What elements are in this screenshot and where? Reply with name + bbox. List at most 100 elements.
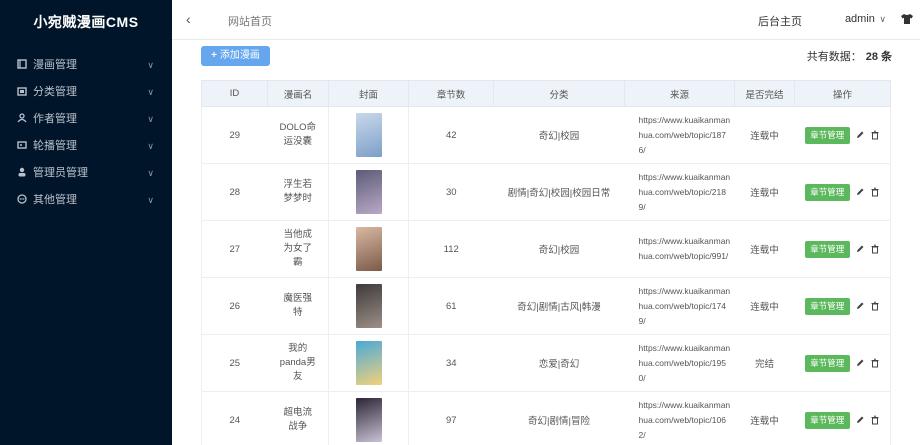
- sidebar-item-label: 漫画管理: [33, 59, 77, 71]
- delete-icon[interactable]: [870, 244, 880, 254]
- cell-source[interactable]: https://www.kuaikanmanhua.com/web/topic/…: [624, 106, 735, 164]
- column-header: 操作: [794, 80, 891, 107]
- home-link[interactable]: 后台主页: [758, 13, 802, 29]
- cell-actions: 章节管理: [794, 277, 891, 335]
- delete-icon[interactable]: [870, 415, 880, 425]
- cell-name: 魔医强特: [267, 277, 329, 335]
- column-header: 章节数: [408, 80, 494, 107]
- cover-image[interactable]: [355, 170, 382, 214]
- sidebar-item-label: 其他管理: [33, 194, 77, 206]
- sidebar-item-admins[interactable]: 管理员管理 ∨: [0, 160, 172, 187]
- cell-chapters: 61: [408, 277, 494, 335]
- edit-icon[interactable]: [855, 187, 865, 197]
- user-menu[interactable]: admin ∨: [845, 13, 886, 25]
- cell-category: 奇幻|校园: [493, 220, 625, 278]
- cell-category: 剧情|奇幻|校园|校园日常: [493, 163, 625, 221]
- column-header: 漫画名: [267, 80, 329, 107]
- sidebar-item-label: 分类管理: [33, 86, 77, 98]
- cell-source[interactable]: https://www.kuaikanmanhua.com/web/topic/…: [624, 391, 735, 445]
- delete-icon[interactable]: [870, 130, 880, 140]
- breadcrumb[interactable]: 网站首页: [228, 13, 272, 29]
- cover-image[interactable]: [355, 227, 382, 271]
- cell-source[interactable]: https://www.kuaikanmanhua.com/web/topic/…: [624, 163, 735, 221]
- sidebar: 小宛贼漫画CMS 漫画管理 ∨ 分类管理 ∨ 作者管理 ∨ 轮播管理 ∨ 管理员…: [0, 0, 172, 445]
- cell-category: 恋爱|奇幻: [493, 334, 625, 392]
- chapter-manage-button[interactable]: 章节管理: [804, 240, 850, 258]
- cover-image[interactable]: [355, 113, 382, 157]
- cell-source[interactable]: https://www.kuaikanmanhua.com/web/topic/…: [624, 220, 735, 278]
- edit-icon[interactable]: [855, 244, 865, 254]
- cell-source[interactable]: https://www.kuaikanmanhua.com/web/topic/…: [624, 334, 735, 392]
- add-comic-label: 添加漫画: [219, 50, 260, 61]
- table-row: 29 DOLO命运没囊 42 奇幻|校园 https://www.kuaikanmanh…: [201, 106, 891, 164]
- total-count: 共有数据： 28 条: [807, 48, 892, 64]
- edit-icon[interactable]: [855, 358, 865, 368]
- cell-chapters: 42: [408, 106, 494, 164]
- cell-chapters: 112: [408, 220, 494, 278]
- sidebar-item-carousel[interactable]: 轮播管理 ∨: [0, 133, 172, 160]
- chapter-manage-button[interactable]: 章节管理: [804, 354, 850, 372]
- sidebar-item-others[interactable]: 其他管理 ∨: [0, 187, 172, 214]
- chevron-down-icon: ∨: [147, 168, 154, 178]
- cell-id: 24: [201, 391, 268, 445]
- cell-actions: 章节管理: [794, 391, 891, 445]
- cell-actions: 章节管理: [794, 220, 891, 278]
- chapter-manage-button[interactable]: 章节管理: [804, 297, 850, 315]
- cell-name: 浮生若梦梦时: [267, 163, 329, 221]
- chapter-manage-button[interactable]: 章节管理: [804, 411, 850, 429]
- cell-category: 奇幻|校园: [493, 106, 625, 164]
- cell-category: 奇幻|剧情|冒险: [493, 391, 625, 445]
- sidebar-item-label: 作者管理: [33, 113, 77, 125]
- admin-icon: [18, 167, 26, 177]
- edit-icon[interactable]: [855, 301, 865, 311]
- cover-image[interactable]: [355, 398, 382, 442]
- cell-source[interactable]: https://www.kuaikanmanhua.com/web/topic/…: [624, 277, 735, 335]
- cell-chapters: 97: [408, 391, 494, 445]
- chevron-down-icon: ∨: [147, 114, 154, 124]
- cell-cover: [328, 334, 409, 392]
- collapse-sidebar-icon[interactable]: ‹: [186, 12, 200, 26]
- column-header: 分类: [493, 80, 625, 107]
- cover-image[interactable]: [355, 341, 382, 385]
- chapter-manage-button[interactable]: 章节管理: [804, 183, 850, 201]
- theme-shirt-icon[interactable]: [900, 12, 914, 26]
- cell-id: 28: [201, 163, 268, 221]
- cell-status: 连载中: [734, 163, 795, 221]
- chat-icon: [17, 194, 27, 204]
- plus-icon: +: [211, 50, 217, 61]
- chevron-down-icon: ∨: [147, 141, 154, 151]
- edit-icon[interactable]: [855, 415, 865, 425]
- total-value: 28 条: [865, 51, 892, 63]
- chevron-down-icon: ∨: [147, 195, 154, 205]
- delete-icon[interactable]: [870, 358, 880, 368]
- folder-icon: [17, 87, 27, 96]
- book-icon: [17, 59, 27, 69]
- cell-actions: 章节管理: [794, 106, 891, 164]
- chapter-manage-button[interactable]: 章节管理: [804, 126, 850, 144]
- sidebar-item-comics[interactable]: 漫画管理 ∨: [0, 52, 172, 79]
- cell-cover: [328, 106, 409, 164]
- cell-name: 我的panda男友: [267, 334, 329, 392]
- cell-actions: 章节管理: [794, 334, 891, 392]
- column-header: 来源: [624, 80, 735, 107]
- cover-image[interactable]: [355, 284, 382, 328]
- sidebar-item-label: 轮播管理: [33, 140, 77, 152]
- delete-icon[interactable]: [870, 187, 880, 197]
- user-icon: [17, 113, 27, 123]
- table-row: 26 魔医强特 61 奇幻|剧情|古风|韩漫 https://www.kuaikanma…: [201, 277, 891, 335]
- sidebar-item-authors[interactable]: 作者管理 ∨: [0, 106, 172, 133]
- brand-title: 小宛贼漫画CMS: [33, 14, 139, 30]
- cell-cover: [328, 391, 409, 445]
- sidebar-item-categories[interactable]: 分类管理 ∨: [0, 79, 172, 106]
- cell-actions: 章节管理: [794, 163, 891, 221]
- cell-status: 连载中: [734, 277, 795, 335]
- cell-id: 26: [201, 277, 268, 335]
- chevron-down-icon: ∨: [147, 87, 154, 97]
- sidebar-item-label: 管理员管理: [33, 167, 88, 179]
- add-comic-button[interactable]: + 添加漫画: [201, 46, 270, 66]
- edit-icon[interactable]: [855, 130, 865, 140]
- chevron-down-icon: ∨: [147, 60, 154, 70]
- cell-status: 连载中: [734, 220, 795, 278]
- delete-icon[interactable]: [870, 301, 880, 311]
- carousel-icon: [17, 141, 27, 149]
